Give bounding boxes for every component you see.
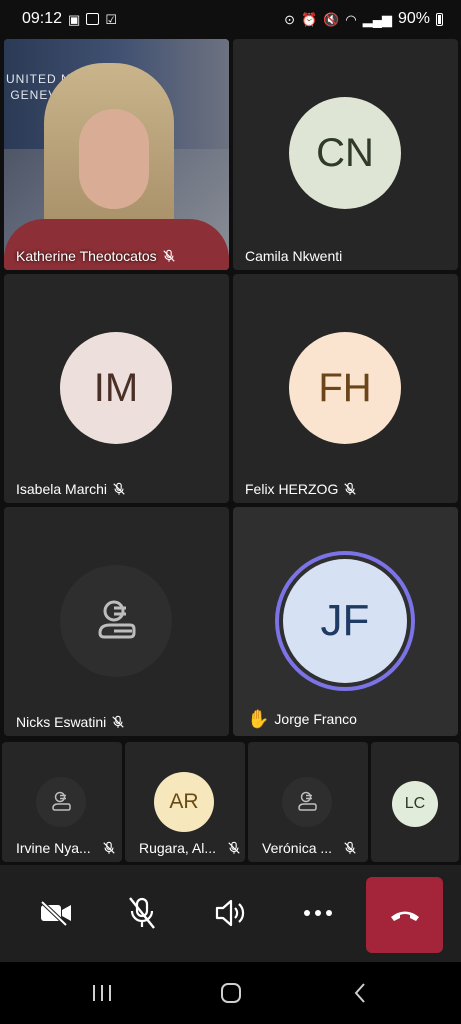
- mic-off-icon: [112, 715, 124, 728]
- avatar-initials: CN: [316, 130, 374, 175]
- participant-avatar: LC: [392, 781, 438, 827]
- mute-button[interactable]: [112, 883, 172, 943]
- participant-name-row: ✋ Jorge Franco: [247, 710, 357, 728]
- participant-avatar: FH: [289, 332, 401, 444]
- avatar-initials: LC: [404, 795, 426, 812]
- recents-button[interactable]: [82, 977, 122, 1009]
- lock-icon: ⊙: [284, 11, 296, 27]
- participant-name-row: Rugara, Al...: [139, 840, 241, 856]
- participant-name-row: Felix HERZOG: [245, 481, 357, 497]
- participant-name: Irvine Nya...: [16, 840, 91, 856]
- avatar-initials: JF: [320, 596, 370, 645]
- hang-up-button[interactable]: [366, 877, 443, 953]
- call-controls: [0, 865, 461, 962]
- wifi-icon: ◠: [345, 11, 357, 27]
- status-time: 09:12: [22, 10, 63, 27]
- participant-tile-rugara[interactable]: AR Rugara, Al...: [125, 742, 245, 862]
- recents-icon: [93, 985, 111, 1001]
- participant-name: Jorge Franco: [274, 711, 357, 727]
- back-button[interactable]: [340, 977, 380, 1009]
- participant-name-row: Irvine Nya...: [16, 840, 116, 856]
- participant-name: Katherine Theotocatos: [16, 248, 157, 264]
- participant-name: Camila Nkwenti: [245, 248, 343, 264]
- mic-off-icon: [228, 841, 240, 854]
- alarm-icon: ⏰: [301, 11, 318, 27]
- mic-off-icon: [344, 841, 356, 854]
- more-options-button[interactable]: [288, 883, 348, 943]
- mic-off-icon: [103, 841, 115, 854]
- participant-tile-veronica[interactable]: Verónica ...: [248, 742, 368, 862]
- checkbox-icon: ☑: [105, 11, 117, 27]
- status-left: 09:12 ▣ ☑: [22, 10, 117, 28]
- participant-name-row: Isabela Marchi: [16, 481, 126, 497]
- guest-user-icon: [52, 791, 71, 811]
- system-nav-bar: [0, 962, 461, 1024]
- status-bar: 09:12 ▣ ☑ ⊙ ⏰ 🔇 ◠ ▂▄▆ 90%: [0, 0, 461, 38]
- avatar-initials: AR: [169, 790, 199, 813]
- phone-hangup-icon: [390, 911, 419, 921]
- guest-avatar: [282, 777, 332, 827]
- guest-avatar: [36, 777, 86, 827]
- speaker-icon: [215, 899, 245, 927]
- mic-off-icon: [344, 482, 357, 495]
- instagram-icon: [86, 13, 100, 25]
- battery-icon: [436, 12, 443, 26]
- mic-off-icon: [162, 249, 175, 262]
- avatar-initials: FH: [318, 365, 372, 410]
- mic-off-icon: [129, 897, 155, 929]
- home-button[interactable]: [211, 977, 251, 1009]
- participant-name: Rugara, Al...: [139, 840, 217, 856]
- participant-tile-irvine[interactable]: Irvine Nya...: [2, 742, 122, 862]
- gallery-icon: ▣: [68, 11, 81, 27]
- participant-name: Isabela Marchi: [16, 481, 108, 497]
- participant-tile-lc[interactable]: LC: [371, 742, 459, 862]
- participant-tile-jorge[interactable]: JF ✋ Jorge Franco: [233, 507, 458, 736]
- participant-avatar: JF: [283, 559, 407, 683]
- participant-name-row: Verónica ...: [262, 840, 357, 856]
- camera-off-button[interactable]: [26, 883, 86, 943]
- participant-avatar: IM: [60, 332, 172, 444]
- more-icon: [304, 910, 332, 916]
- participant-name: Felix HERZOG: [245, 481, 339, 497]
- participant-tile-isabela[interactable]: IM Isabela Marchi: [4, 274, 229, 503]
- guest-avatar: [60, 565, 172, 677]
- participant-tile-nicks[interactable]: Nicks Eswatini: [4, 507, 229, 736]
- participant-tile-felix[interactable]: FH Felix HERZOG: [233, 274, 458, 503]
- home-icon: [221, 983, 241, 1003]
- raised-hand-icon: ✋: [247, 709, 270, 729]
- guest-user-icon: [98, 600, 136, 639]
- participant-name-row: Camila Nkwenti: [245, 248, 342, 264]
- signal-icon: ▂▄▆: [362, 11, 392, 27]
- participant-avatar: AR: [154, 772, 214, 832]
- avatar-initials: IM: [93, 365, 139, 410]
- mic-off-icon: [113, 482, 125, 495]
- participant-name: Nicks Eswatini: [16, 714, 107, 730]
- participant-name: Verónica ...: [262, 840, 333, 856]
- participant-video: UNITED NAT GENEVA: [4, 39, 229, 270]
- participant-name-row: Katherine Theotocatos: [16, 248, 176, 264]
- battery-percent: 90%: [397, 10, 430, 27]
- back-icon: [354, 983, 365, 1003]
- status-right: ⊙ ⏰ 🔇 ◠ ▂▄▆ 90%: [284, 10, 443, 28]
- guest-user-icon: [298, 791, 317, 811]
- participant-tile-katherine[interactable]: UNITED NAT GENEVA Katherine Theotocatos: [4, 39, 229, 270]
- mute-icon: 🔇: [323, 11, 340, 27]
- participant-name-row: Nicks Eswatini: [16, 714, 125, 730]
- participant-avatar: CN: [289, 97, 401, 209]
- camera-off-icon: [40, 900, 71, 926]
- video-person-face: [79, 109, 149, 209]
- speaker-button[interactable]: [200, 883, 260, 943]
- participant-tile-camila[interactable]: CN Camila Nkwenti: [233, 39, 458, 270]
